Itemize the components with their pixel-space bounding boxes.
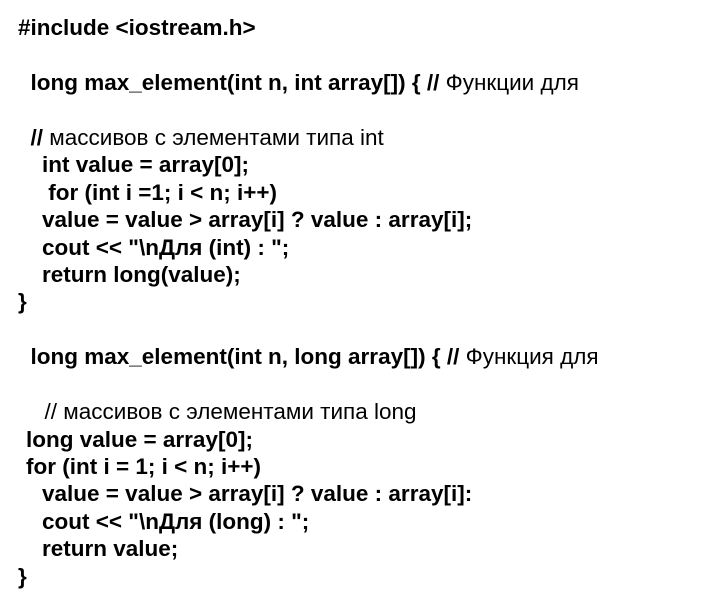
code-line-func1-decl: long mах_element(int n, int array[]) { /… (18, 41, 702, 96)
code-line-func1-value: int value = array[0]; (18, 151, 702, 178)
code-text: // (45, 399, 64, 424)
code-text: // (31, 125, 50, 150)
code-line-func1-return: return long(value); (18, 261, 702, 288)
code-line-func1-comment: // массивов с элементами типа int (18, 96, 702, 151)
code-comment: Функции для (446, 70, 579, 95)
code-line-func2-close: } (18, 563, 702, 590)
code-line-func2-for: for (int i = 1; i < n; i++) (18, 453, 702, 480)
code-line-func2-return: return value; (18, 535, 702, 562)
code-line-func2-comment: // массивов с элементами типа long (18, 371, 702, 426)
code-line-func2-decl: long mах_element(int n, long array[]) { … (18, 316, 702, 371)
code-line-func1-close: } (18, 288, 702, 315)
code-comment: массивов с элементами типа long (63, 399, 416, 424)
code-text: long mах_element(int n, long array[]) { … (31, 344, 466, 369)
code-comment: Функция для (466, 344, 599, 369)
code-line-func2-assign: value = value > array[i] ? value : array… (18, 480, 702, 507)
code-line-func1-assign: value = value > array[i] ? value : array… (18, 206, 702, 233)
code-line-func1-cout: cout << "\nДля (int) : "; (18, 234, 702, 261)
code-text: long mах_element(int n, int array[]) { /… (31, 70, 446, 95)
code-line-func2-cout: cout << "\nДля (long) : "; (18, 508, 702, 535)
code-line-include: #include <iostream.h> (18, 14, 702, 41)
code-line-func2-value: long value = array[0]; (18, 426, 702, 453)
code-comment: массивов с элементами типа int (49, 125, 383, 150)
code-line-func1-for: for (int i =1; i < n; i++) (18, 179, 702, 206)
